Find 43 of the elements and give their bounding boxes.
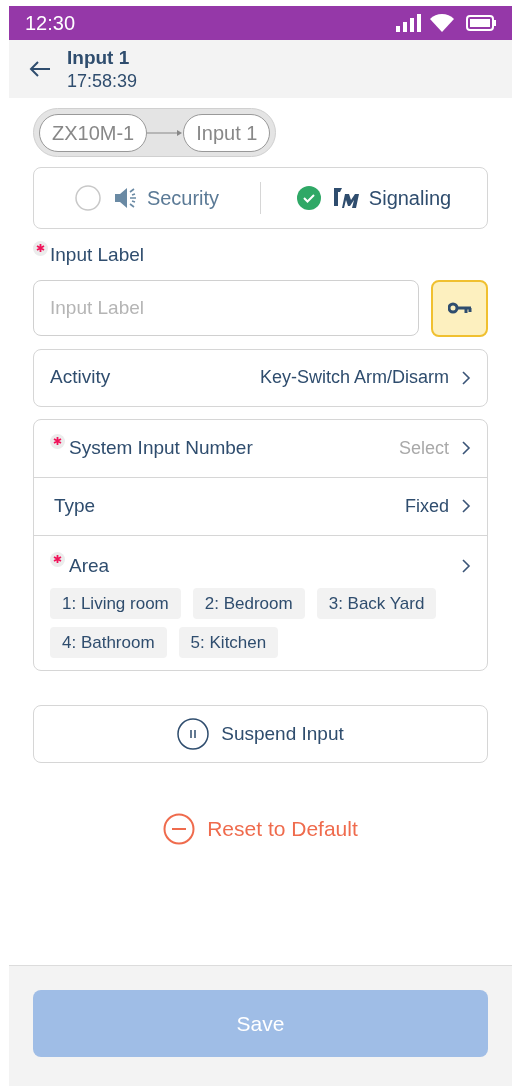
area-tag: 1: Living room <box>50 588 181 619</box>
setting-label: Area <box>69 553 110 578</box>
suspend-button[interactable]: Suspend Input <box>33 705 488 763</box>
mode-label[interactable]: Security <box>146 183 220 213</box>
chevron-right-icon <box>461 557 471 574</box>
status-time: 12:30 <box>25 11 76 36</box>
area-tag: 3: Back Yard <box>316 588 437 619</box>
key-icon <box>447 302 472 314</box>
back-icon[interactable] <box>29 60 51 78</box>
signal-icon <box>396 14 422 32</box>
setting-label: System Input Number <box>69 435 253 460</box>
setting-value: Key-Switch Arm/Disarm <box>259 366 449 389</box>
setting-label: Activity <box>50 365 111 390</box>
minus-circle-icon <box>163 813 196 845</box>
setting-row[interactable]: Area 1: Living room 2: Bedroom 3: Back Yard 4: Bathroom 5: Kitchen <box>34 535 487 670</box>
wifi-icon <box>430 14 454 32</box>
setting-label: Type <box>54 493 96 518</box>
mode-label[interactable]: Signaling <box>368 183 452 213</box>
setting-row[interactable]: System Input Number Select <box>34 419 487 478</box>
battery-icon <box>466 15 496 31</box>
radio-icon[interactable] <box>74 185 101 211</box>
breadcrumb-item[interactable]: Input 1 <box>183 113 271 152</box>
setting-value: Fixed <box>405 494 449 518</box>
setting-value: Select <box>398 436 449 460</box>
activity-row[interactable]: Activity Key-Switch Arm/Disarm <box>33 348 488 407</box>
area-tag: 2: Bedroom <box>192 588 305 619</box>
field-label: Input Label <box>50 243 145 267</box>
header-title: Input 1 <box>67 45 131 70</box>
input-label-field[interactable]: Input Label <box>33 279 419 336</box>
check-circle-icon[interactable] <box>296 186 321 210</box>
chevron-right-icon <box>461 498 471 514</box>
chevron-right-icon <box>461 369 471 386</box>
pause-icon <box>177 718 210 750</box>
breadcrumb-item[interactable]: ZX10M-1 <box>39 113 148 152</box>
area-tag: 5: Kitchen <box>178 627 279 658</box>
speaker-icon <box>112 186 139 210</box>
header-subtitle: 17:58:39 <box>67 69 138 93</box>
arrow-icon <box>147 127 184 138</box>
signal-logo-icon <box>332 186 361 210</box>
key-button[interactable] <box>431 279 488 337</box>
chevron-right-icon <box>461 440 471 456</box>
setting-row[interactable]: Type Fixed <box>34 477 487 536</box>
area-tag: 4: Bathroom <box>50 627 167 658</box>
